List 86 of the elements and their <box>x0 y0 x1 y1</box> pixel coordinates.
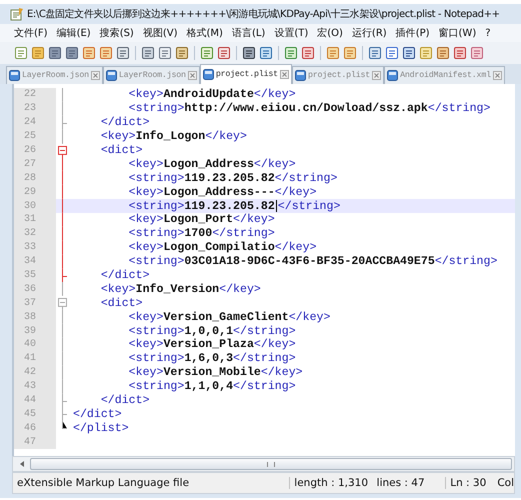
line-number: 31 <box>14 213 56 227</box>
lines-label: lines : 47 <box>372 477 446 489</box>
menu-item[interactable]: 文件(F) <box>14 26 48 40</box>
code-line: <dict> <box>100 296 143 310</box>
code-line: </plist> <box>72 422 129 435</box>
horizontal-scrollbar[interactable] <box>12 456 515 472</box>
line-number: 40 <box>14 338 56 352</box>
file-icon <box>387 70 398 81</box>
menu-item[interactable]: 视图(V) <box>142 26 178 40</box>
line-number: 43 <box>14 380 56 394</box>
code-line: <key>Version_Plaza</key> <box>128 338 296 352</box>
code-line: <key>Logon_Address</key> <box>128 158 296 171</box>
line-number: 22 <box>14 88 56 102</box>
code-line: <key>Logon_Port</key> <box>128 213 275 226</box>
menu-item[interactable]: 编辑(E) <box>56 26 91 40</box>
line-number: 42 <box>14 366 56 380</box>
file-type-label: eXtensible Markup Language file <box>13 477 290 489</box>
close-icon[interactable] <box>492 71 502 80</box>
line-number: 47 <box>14 435 56 450</box>
menu-item[interactable]: 语言(L) <box>232 26 266 40</box>
line-number: 34 <box>14 254 56 269</box>
line-number: 46 <box>14 421 56 436</box>
line-number: 38 <box>14 310 56 324</box>
line-number: 33 <box>14 240 56 255</box>
menu-item[interactable]: 设置(T) <box>274 26 308 40</box>
cursor-line-label: Ln : 30 <box>449 477 488 489</box>
code-line: <string>1,1,0,4</string> <box>128 380 296 394</box>
code-line: <key>Info_Logon</key> <box>100 130 247 144</box>
line-number: 45 <box>14 407 56 422</box>
code-line: </dict> <box>72 408 122 421</box>
close-icon[interactable] <box>90 71 100 80</box>
close-icon[interactable] <box>372 71 382 80</box>
code-line: <key>Version_GameClient</key> <box>128 310 330 324</box>
code-line: <string>1,0,0,1</string> <box>128 324 296 338</box>
line-number: 39 <box>14 324 56 338</box>
line-number: 28 <box>14 171 56 186</box>
code-line: </dict> <box>100 394 150 408</box>
cursor-column-label: Col <box>496 477 514 489</box>
line-number: 36 <box>14 282 56 296</box>
code-line: </dict> <box>100 269 150 282</box>
code-line: <key>AndroidUpdate</key> <box>128 88 296 102</box>
line-number: 37 <box>14 296 56 310</box>
code-line: <key>Info_Version</key> <box>100 282 261 296</box>
menu-item[interactable]: 插件(P) <box>396 26 430 40</box>
file-icon <box>106 70 117 81</box>
file-tab[interactable]: project.plist <box>200 64 292 84</box>
code-line: <string>119.23.205.82</string> <box>128 200 340 213</box>
line-number: 41 <box>14 352 56 366</box>
menu-item[interactable]: 搜索(S) <box>100 26 134 40</box>
code-line: <string>http://www.eiiou.cn/Dowload/ssz.apk</string> <box>128 102 490 116</box>
length-label: length : 1,310 <box>293 477 370 489</box>
line-number: 26 <box>14 144 56 158</box>
close-icon[interactable] <box>188 71 197 80</box>
scrollbar-thumb[interactable] <box>30 458 512 470</box>
code-line: <string>1,6,0,3</string> <box>128 352 296 366</box>
close-icon[interactable] <box>280 70 289 79</box>
new-file-icon[interactable] <box>14 46 28 60</box>
fold-toggle-icon[interactable] <box>58 296 68 310</box>
line-number: 23 <box>14 102 56 116</box>
code-line: <string>119.23.205.82</string> <box>128 172 338 185</box>
line-number: 35 <box>14 268 56 282</box>
line-number: 24 <box>14 116 56 130</box>
code-line: </dict> <box>100 116 150 130</box>
code-line: <string>1700</string> <box>128 227 275 240</box>
menu-item[interactable]: ? <box>485 28 491 38</box>
fold-toggle-icon[interactable] <box>58 144 68 158</box>
file-icon <box>202 69 214 80</box>
file-icon <box>9 70 20 81</box>
notepad-icon <box>10 7 24 21</box>
line-number: 32 <box>14 226 56 241</box>
menu-item[interactable]: 格式(M) <box>186 26 223 40</box>
line-number: 30 <box>14 199 56 214</box>
menu-item[interactable]: 宏(O) <box>317 26 343 40</box>
file-icon <box>294 70 306 81</box>
line-number: 29 <box>14 185 56 200</box>
code-line: <key>Logon_Address---</key> <box>128 186 317 199</box>
line-number: 27 <box>14 157 56 172</box>
code-line: <key>Version_Mobile</key> <box>128 366 303 380</box>
code-line: <dict> <box>100 144 143 157</box>
menu-item[interactable]: 窗口(W) <box>438 26 476 40</box>
line-number: 25 <box>14 130 56 144</box>
menu-item[interactable]: 运行(R) <box>352 26 387 40</box>
window-title: E:\C盘固定文件夹以后挪到这边来+++++++\闲游电玩城\KDPay-Api\十三水架设\project.plist - Notepad++ <box>27 8 500 21</box>
line-number: 44 <box>14 394 56 408</box>
code-line: <key>Logon_Compilatio</key> <box>128 241 317 254</box>
code-line: <string>03C01A18-9D6C-43F6-BF35-20ACCBA49E75</string> <box>128 255 498 268</box>
